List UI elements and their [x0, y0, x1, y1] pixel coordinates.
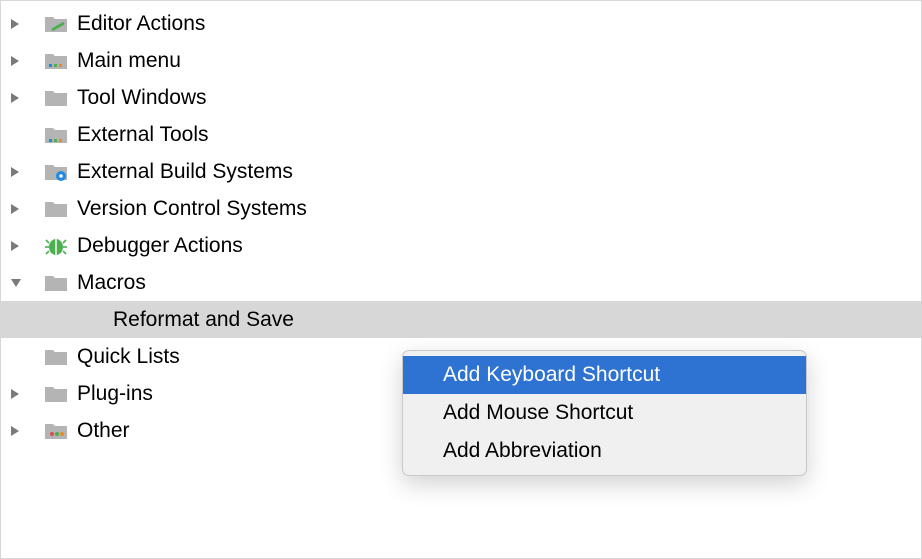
tree-item-label: Other: [77, 419, 130, 443]
disclosure-triangle[interactable]: [11, 279, 29, 287]
disclosure-triangle[interactable]: [11, 19, 29, 29]
context-menu: Add Keyboard Shortcut Add Mouse Shortcut A…: [402, 350, 807, 476]
folder-icon: [43, 346, 69, 368]
tree-item-label: Quick Lists: [77, 345, 180, 369]
disclosure-triangle[interactable]: [11, 56, 29, 66]
folder-gear-icon: [43, 161, 69, 183]
tree-row[interactable]: Editor Actions: [1, 5, 921, 42]
folder-icon: [43, 198, 69, 220]
tree-item-label: External Build Systems: [77, 160, 293, 184]
disclosure-triangle[interactable]: [11, 93, 29, 103]
folder-icon: [43, 272, 69, 294]
context-menu-item[interactable]: Add Keyboard Shortcut: [403, 356, 806, 394]
disclosure-triangle[interactable]: [11, 241, 29, 251]
folder-icon: [43, 87, 69, 109]
tree-item-label: Main menu: [77, 49, 181, 73]
menu-item-label: Add Mouse Shortcut: [443, 401, 633, 425]
tree-item-label: Editor Actions: [77, 12, 205, 36]
tree-row[interactable]: Main menu: [1, 42, 921, 79]
tree-item-label: Debugger Actions: [77, 234, 243, 258]
tree-item-label: Reformat and Save: [113, 308, 294, 332]
tree-item-label: Plug-ins: [77, 382, 153, 406]
disclosure-triangle[interactable]: [11, 389, 29, 399]
tree-row[interactable]: Tool Windows: [1, 79, 921, 116]
menu-item-label: Add Abbreviation: [443, 439, 602, 463]
folder-icon: [43, 383, 69, 405]
menu-item-label: Add Keyboard Shortcut: [443, 363, 660, 387]
tree-row[interactable]: Debugger Actions: [1, 227, 921, 264]
tree-item-label: Tool Windows: [77, 86, 207, 110]
tree-item-label: Macros: [77, 271, 146, 295]
folder-dots-icon: [43, 420, 69, 442]
tree-item-label: External Tools: [77, 123, 209, 147]
tree-item-label: Version Control Systems: [77, 197, 307, 221]
disclosure-triangle[interactable]: [11, 167, 29, 177]
tree-row[interactable]: External Build Systems: [1, 153, 921, 190]
folder-tools-icon: [43, 50, 69, 72]
context-menu-item[interactable]: Add Abbreviation: [403, 432, 806, 470]
folder-pencil-icon: [43, 13, 69, 35]
bug-icon: [43, 235, 69, 257]
context-menu-item[interactable]: Add Mouse Shortcut: [403, 394, 806, 432]
tree-row[interactable]: External Tools: [1, 116, 921, 153]
disclosure-triangle[interactable]: [11, 204, 29, 214]
disclosure-triangle[interactable]: [11, 426, 29, 436]
tree-row[interactable]: Macros: [1, 264, 921, 301]
tree-row[interactable]: Version Control Systems: [1, 190, 921, 227]
tree-row[interactable]: Reformat and Save: [1, 301, 921, 338]
folder-bars-icon: [43, 124, 69, 146]
